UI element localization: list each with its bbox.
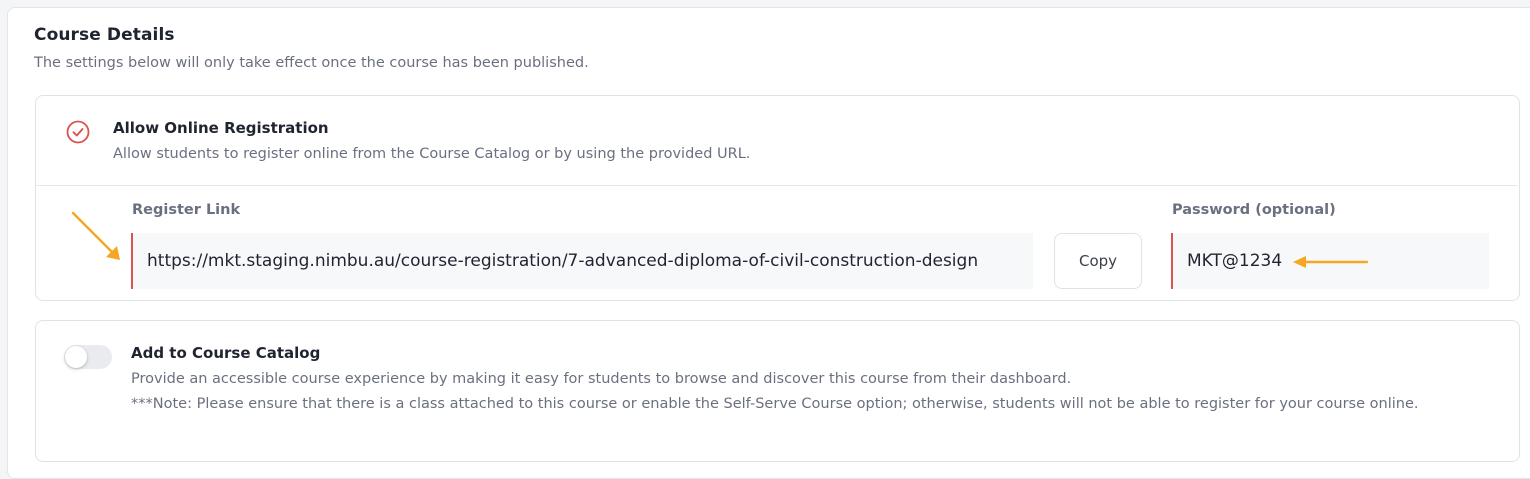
course-catalog-title: Add to Course Catalog — [131, 344, 321, 362]
course-catalog-description: Provide an accessible course experience … — [131, 371, 1072, 387]
course-catalog-note: ***Note: Please ensure that there is a c… — [131, 396, 1419, 412]
course-catalog-toggle[interactable] — [64, 345, 112, 369]
online-registration-title: Allow Online Registration — [113, 119, 329, 137]
online-registration-description: Allow students to register online from t… — [113, 146, 751, 162]
section-title: Course Details — [34, 25, 175, 45]
card-divider — [36, 185, 1518, 186]
arrow-icon — [1293, 256, 1369, 268]
password-label: Password (optional) — [1172, 202, 1336, 218]
copy-button[interactable]: Copy — [1054, 233, 1142, 289]
register-link-label: Register Link — [132, 202, 241, 218]
section-description: The settings below will only take effect… — [34, 55, 589, 71]
register-link-field[interactable]: https://mkt.staging.nimbu.au/course-regi… — [131, 233, 1033, 289]
check-circle-icon[interactable] — [66, 120, 90, 144]
arrow-icon — [71, 211, 120, 260]
toggle-knob — [65, 346, 87, 368]
